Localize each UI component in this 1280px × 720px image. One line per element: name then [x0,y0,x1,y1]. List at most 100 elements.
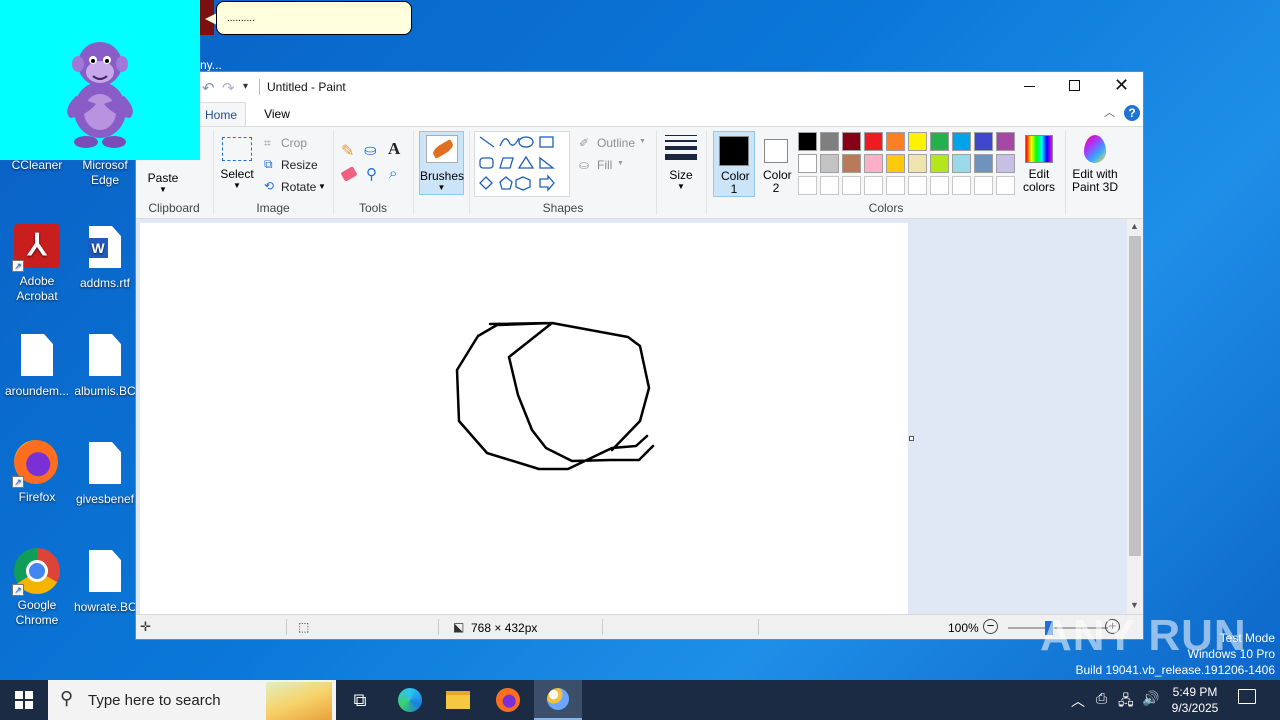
rotate-button[interactable]: Rotate [281,180,316,194]
magnifier-icon[interactable]: ⌕ [389,165,397,182]
bonzi-buddy-window[interactable] [0,0,200,160]
desktop-icon-givesbenef[interactable]: givesbenef [74,440,136,507]
taskbar-firefox-icon[interactable] [484,680,532,720]
desktop-icon-howrate[interactable]: howrate.BC [74,548,136,615]
color-swatch[interactable] [908,154,927,173]
color-picker-icon[interactable]: ⚲ [366,165,377,183]
scroll-up-icon[interactable]: ▲ [1130,221,1139,231]
color1-button[interactable]: Color 1 [713,131,755,197]
color-swatch[interactable] [908,176,927,195]
color-swatch[interactable] [886,132,905,151]
taskbar-file-explorer-icon[interactable] [434,680,482,720]
color-swatch[interactable] [952,132,971,151]
start-button[interactable] [0,680,48,720]
desktop-icon-edge[interactable]: Microsof Edge [74,158,136,188]
taskbar-paint-icon[interactable] [534,680,582,720]
color-swatch[interactable] [820,176,839,195]
color-swatch[interactable] [798,176,817,195]
close-button[interactable]: ✕ [1114,75,1129,96]
color2-button[interactable]: Color 2 [757,131,795,197]
canvas-resize-handle[interactable] [909,436,914,441]
color-swatch[interactable] [842,154,861,173]
maximize-button[interactable] [1069,80,1080,91]
redo-icon[interactable]: ↷ [222,79,235,97]
color-swatch[interactable] [974,176,993,195]
color-swatch[interactable] [908,132,927,151]
undo-icon[interactable]: ↶ [202,79,215,97]
fill-icon: ⛀ [579,158,590,172]
color-swatch[interactable] [952,176,971,195]
desktop-icon-albumis[interactable]: albumis.BC [74,332,136,399]
brushes-button[interactable]: Brushes ▼ [419,131,464,195]
chevron-down-icon: ▼ [677,182,685,191]
notifications-icon[interactable] [1238,689,1256,704]
tab-home[interactable]: Home [196,102,246,127]
minimize-button[interactable] [1024,78,1036,94]
desktop-icon-ccleaner[interactable]: CCleaner [0,158,74,173]
color-swatch[interactable] [864,132,883,151]
color-swatch[interactable] [820,154,839,173]
shapes-gallery[interactable] [474,131,570,197]
color-swatch[interactable] [930,176,949,195]
color-swatch[interactable] [996,176,1015,195]
color-swatch[interactable] [798,132,817,151]
zoom-out-button[interactable]: − [983,619,998,634]
chevron-down-icon: ▼ [639,138,646,145]
clock[interactable]: 5:49 PM 9/3/2025 [1166,684,1224,716]
color-swatch[interactable] [864,176,883,195]
crop-button[interactable]: Crop [281,136,307,150]
resize-button[interactable]: Resize [281,158,318,172]
edit-with-paint3d-button[interactable]: Edit with Paint 3D [1068,131,1122,197]
device-icon[interactable]: ⎙ [1096,690,1107,707]
color-swatch[interactable] [864,154,883,173]
color-swatch[interactable] [842,176,861,195]
color-swatch[interactable] [886,176,905,195]
taskbar-search-box[interactable]: ⚲ Type here to search [48,680,336,720]
desktop-icon-adobe-acrobat[interactable]: ⅄ ↗ Adobe Acrobat [0,224,74,304]
color-swatch[interactable] [996,132,1015,151]
color-swatch[interactable] [820,132,839,151]
tab-view[interactable]: View [254,107,300,121]
search-placeholder: Type here to search [88,692,221,709]
edit-colors-button[interactable]: Edit colors [1018,131,1060,197]
color-swatch[interactable] [996,154,1015,173]
color-swatch[interactable] [974,154,993,173]
task-view-button[interactable]: ⧉ [336,680,384,720]
text-icon[interactable]: A [388,139,400,159]
help-icon[interactable]: ? [1124,105,1140,121]
color-swatch[interactable] [952,154,971,173]
outline-button[interactable]: Outline [597,136,635,150]
volume-icon[interactable]: 🔊 [1142,690,1159,707]
icon-label: addms.rtf [79,276,130,290]
outline-icon: ✐ [579,136,590,150]
taskbar-edge-icon[interactable] [386,680,434,720]
color-swatch[interactable] [974,132,993,151]
color-swatch[interactable] [930,132,949,151]
bonzi-buddy-character [67,42,133,148]
pencil-icon[interactable]: ✎ [341,141,354,161]
scroll-thumb[interactable] [1129,236,1141,556]
size-button[interactable]: Size ▼ [662,131,700,195]
bonzi-peek-text: ny... [200,58,222,72]
scroll-down-icon[interactable]: ▼ [1130,600,1139,610]
collapse-ribbon-icon[interactable]: ︿ [1104,104,1115,120]
select-button[interactable]: Select ▼ [220,135,254,195]
color-swatch[interactable] [930,154,949,173]
color-swatch[interactable] [798,154,817,173]
eraser-icon[interactable] [340,166,358,182]
network-icon[interactable]: 🖧 [1118,690,1134,714]
customize-toolbar-icon[interactable]: ▾ [243,81,248,92]
desktop-icon-aroundem[interactable]: aroundem... [0,332,74,399]
show-hidden-icons-icon[interactable]: ︿ [1071,691,1085,711]
rotate-icon: ⟲ [264,179,275,193]
desktop-icon-firefox[interactable]: ↗ Firefox [0,440,74,505]
desktop-icon-google-chrome[interactable]: ↗ Google Chrome [0,548,74,628]
chevron-down-icon: ▼ [233,181,241,190]
desktop-icon-addms-rtf[interactable]: W addms.rtf [74,224,136,291]
color-swatch[interactable] [842,132,861,151]
fill-button[interactable]: Fill [597,158,612,172]
color-swatch[interactable] [886,154,905,173]
fill-bucket-icon[interactable]: ⛀ [364,141,377,159]
vertical-scrollbar[interactable]: ▲ ▼ [1127,219,1143,614]
drawing-canvas[interactable] [140,223,908,614]
